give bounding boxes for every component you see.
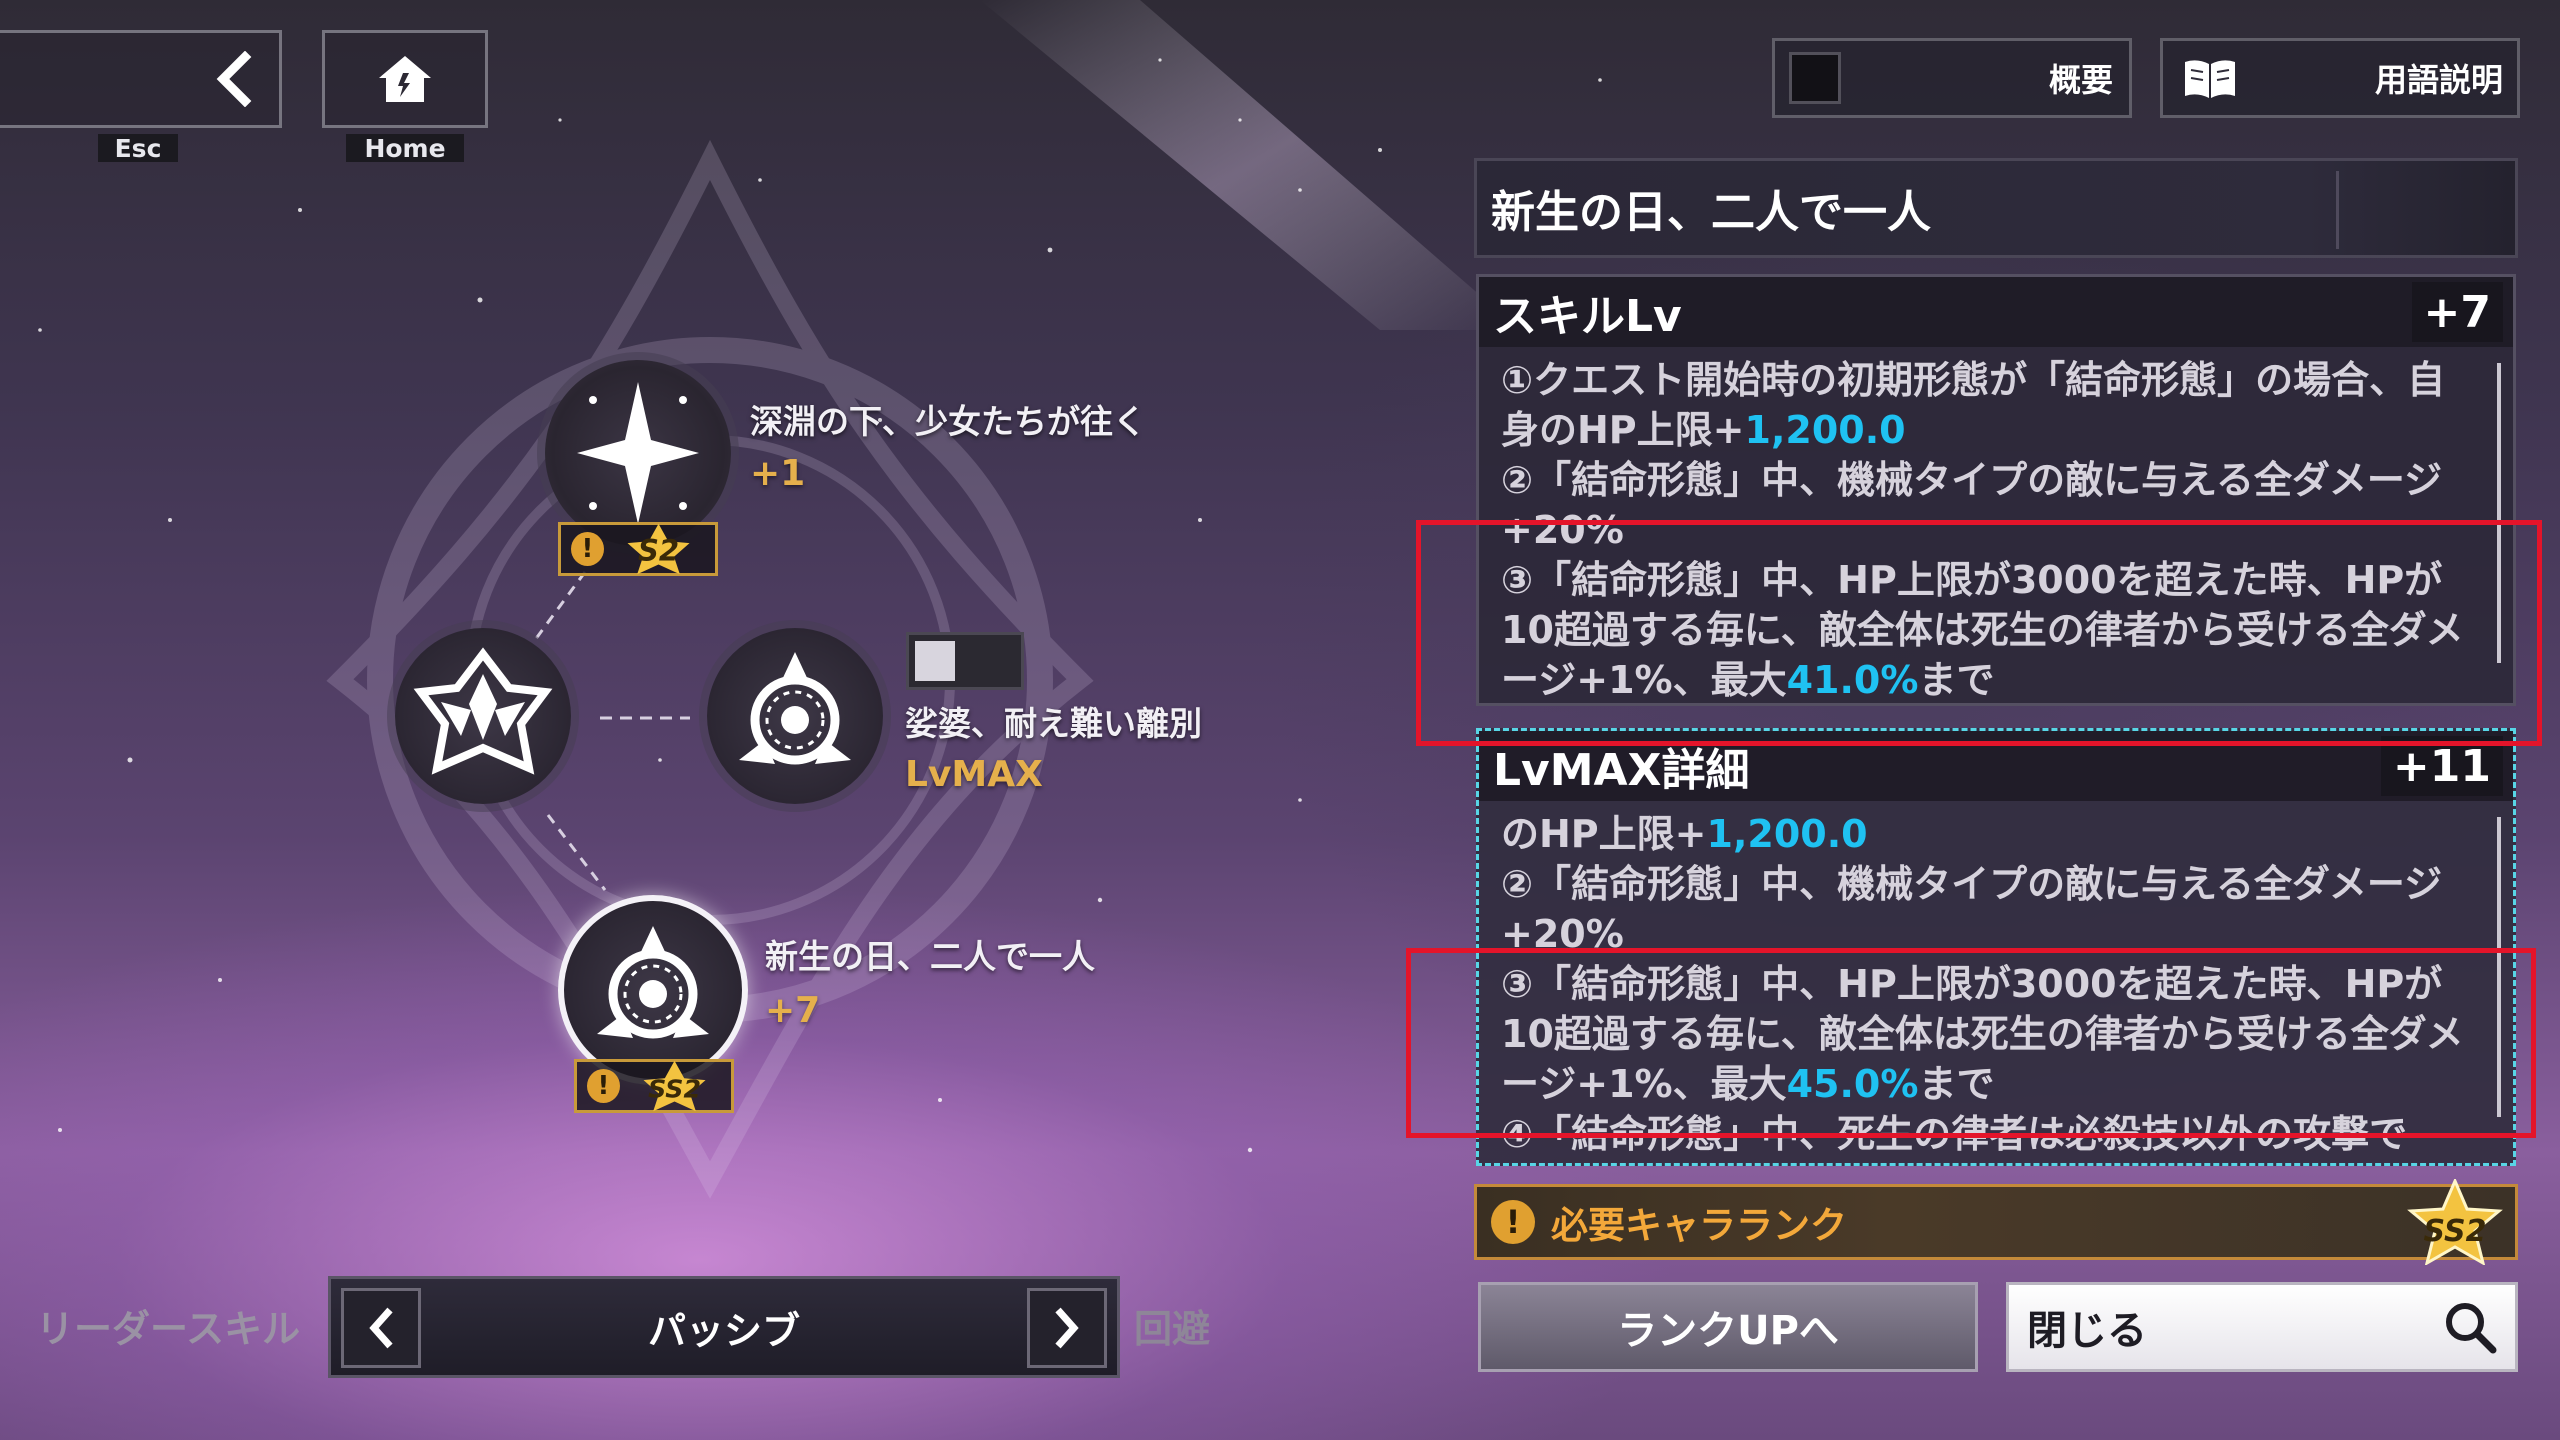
rank-requirement-badge: ! SS2 [574, 1059, 734, 1113]
lvmax-header: LvMAX詳細 +11 [1479, 731, 2513, 801]
chevron-right-icon [1055, 1307, 1079, 1349]
chevron-left-icon [369, 1307, 393, 1349]
overview-button[interactable]: 概要 [1772, 38, 2132, 118]
back-button[interactable] [0, 30, 282, 128]
skill-node-title: 娑婆、耐え難い離別 [905, 704, 1202, 743]
lvmax-description[interactable]: のHP上限+1,200.0 ②「結命形態」中、機械タイプの敵に与える全ダメージ+… [1479, 801, 2513, 1161]
crest-emblem-icon [413, 647, 553, 775]
scrollbar[interactable] [2497, 817, 2501, 1117]
required-rank-bar: ! 必要キャラランク SS2 [1474, 1179, 2518, 1265]
skill-node-separation[interactable] [707, 628, 883, 804]
skill-level-box: スキルLv +7 ①クエスト開始時の初期形態が「結命形態」の場合、自身のHP上限… [1476, 274, 2516, 706]
four-point-star-icon [577, 382, 699, 524]
effect-line: ②「結命形態」中、機械タイプの敵に与える全ダメージ+20% [1501, 862, 2443, 956]
mechanical-sigil-icon [739, 652, 851, 765]
effect-line: ③「結命形態」中、HP上限が3000を超えた時、HPが10超過する毎に、敵全体は… [1501, 962, 2464, 1106]
next-category-button[interactable] [1027, 1288, 1107, 1368]
effect-line: ④「結命形態」中、死生の律者は必殺技以外の攻撃で「洞 [1501, 1112, 2408, 1156]
rank-up-button[interactable]: ランクUPへ [1478, 1282, 1978, 1372]
search-icon [2446, 1303, 2497, 1354]
skill-node-abyss[interactable] [545, 360, 731, 546]
skill-name-header: 新生の日、二人で一人 [1474, 158, 2518, 258]
skill-category-selector: パッシブ [328, 1276, 1120, 1378]
previous-category-button[interactable] [341, 1288, 421, 1368]
warning-icon: ! [1491, 1200, 1535, 1244]
skill-name-title: 新生の日、二人で一人 [1491, 187, 1931, 238]
effect-line: ②「結命形態」中、機械タイプの敵に与える全ダメージ+20% [1501, 458, 2443, 552]
skill-level-title: スキルLv [1493, 291, 1682, 342]
overview-label: 概要 [2048, 61, 2113, 99]
evade-tab[interactable]: 回避 [1134, 1298, 1210, 1353]
skill-node-level: +7 [765, 990, 821, 1031]
skill-node-level: LvMAX [905, 754, 1043, 795]
svg-text:S2: S2 [638, 534, 679, 568]
skill-node-selected[interactable] [558, 895, 748, 1085]
lvmax-bonus: +11 [2380, 736, 2503, 796]
skill-level-header: スキルLv +7 [1479, 277, 2513, 347]
skill-node-level: +1 [750, 453, 806, 494]
glossary-label: 用語説明 [2374, 61, 2503, 99]
scrollbar[interactable] [2497, 363, 2501, 663]
warning-icon: ! [571, 532, 604, 566]
effect-line: のHP上限+1,200.0 [1501, 812, 1868, 856]
home-key-label: Home [346, 134, 464, 163]
skill-node-title: 深淵の下、少女たちが往く [750, 402, 1146, 441]
home-icon [379, 56, 431, 102]
effect-line: ①クエスト開始時の初期形態が「結命形態」の場合、自身のHP上限+1,200.0 [1501, 358, 2446, 452]
mechanical-sigil-icon [597, 926, 709, 1039]
skill-node-emblem[interactable] [395, 628, 571, 804]
chevron-left-icon [216, 51, 252, 107]
skill-level-bonus: +7 [2411, 282, 2503, 342]
skill-level-description[interactable]: ①クエスト開始時の初期形態が「結命形態」の場合、自身のHP上限+1,200.0 … [1479, 347, 2513, 703]
svg-text:SS2: SS2 [648, 1075, 701, 1104]
lvmax-title: LvMAX詳細 [1493, 745, 1750, 796]
rank-ss2-star-icon: SS2 [2407, 1179, 2503, 1265]
skill-node-toggle[interactable] [906, 632, 1024, 690]
rank-ss2-star-icon: SS2 [643, 1060, 706, 1112]
close-button[interactable]: 閉じる [2006, 1282, 2518, 1372]
book-icon [2185, 60, 2235, 98]
toggle-knob [915, 641, 955, 681]
close-label: 閉じる [2027, 1308, 2147, 1354]
lvmax-detail-box: LvMAX詳細 +11 のHP上限+1,200.0 ②「結命形態」中、機械タイプ… [1476, 728, 2516, 1166]
effect-line: ③「結命形態」中、HP上限が3000を超えた時、HPが10超過する毎に、敵全体は… [1501, 558, 2464, 702]
esc-key-label: Esc [98, 134, 178, 163]
current-category-label: パッシブ [647, 1308, 800, 1353]
rank-requirement-badge: ! S2 [558, 522, 718, 576]
rank-s2-star-icon: S2 [627, 523, 690, 575]
glossary-button[interactable]: 用語説明 [2160, 38, 2520, 118]
svg-text:SS2: SS2 [2423, 1214, 2486, 1249]
home-button[interactable] [322, 30, 488, 128]
skill-node-title: 新生の日、二人で一人 [765, 937, 1095, 976]
warning-icon: ! [587, 1069, 620, 1103]
leader-skill-tab[interactable]: リーダースキル [36, 1298, 300, 1353]
overview-checkbox-icon [1789, 52, 1841, 104]
required-rank-label: 必要キャラランク [1551, 1204, 1847, 1247]
header-divider [2336, 171, 2339, 249]
